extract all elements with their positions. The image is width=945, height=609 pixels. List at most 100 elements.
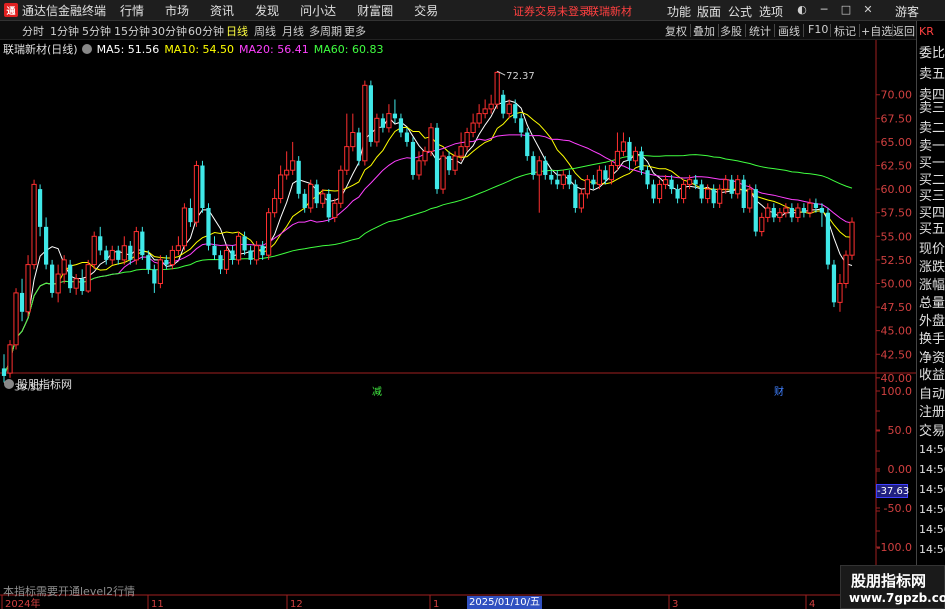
menu-item-options[interactable]: 选项 <box>759 3 783 20</box>
finance-marker: 财 <box>774 385 784 398</box>
menu-item-layout[interactable]: 版面 <box>697 3 721 20</box>
maximize-icon[interactable]: □ <box>840 4 852 16</box>
candle-body <box>777 212 783 218</box>
side-panel-item[interactable]: 涨跌 <box>919 259 945 276</box>
candle-body <box>248 250 253 260</box>
candle-body <box>284 169 290 176</box>
side-panel-item[interactable]: 自动 <box>919 386 945 403</box>
candle-body <box>428 127 434 152</box>
candle-body <box>741 179 746 208</box>
period-1min[interactable]: 1分钟 <box>50 23 79 39</box>
candle-body <box>206 207 211 246</box>
guest-label[interactable]: 游客 <box>895 3 919 20</box>
candle-body <box>627 141 632 161</box>
period-60min[interactable]: 60分钟 <box>188 23 224 39</box>
side-panel-item[interactable]: 卖二 <box>919 120 945 137</box>
menu-item-market[interactable]: 市场 <box>165 2 189 19</box>
candle-body <box>513 104 518 119</box>
period-15min[interactable]: 15分钟 <box>114 23 150 39</box>
period-intraday[interactable]: 分时 <box>22 23 44 39</box>
side-panel-item[interactable]: 现价 <box>919 241 945 258</box>
candle-body <box>290 160 296 171</box>
price-tick-label: 40.00 <box>881 372 913 385</box>
candle-body <box>326 193 331 218</box>
settings-icon[interactable] <box>4 379 14 389</box>
candle-body <box>368 85 373 142</box>
side-panel-item[interactable]: 卖一 <box>919 138 945 155</box>
side-panel-item[interactable]: 外盘 <box>919 313 945 330</box>
side-panel-item[interactable]: 买五 <box>919 221 945 238</box>
candle-body <box>620 141 627 152</box>
period-30min[interactable]: 30分钟 <box>151 23 187 39</box>
candle-body <box>501 94 506 114</box>
candle-body <box>452 155 458 171</box>
indicator-current-value: -37.63 <box>876 484 910 498</box>
skin-icon[interactable]: ◐ <box>796 4 808 16</box>
period-daily[interactable]: 日线 <box>226 23 248 39</box>
toolbar-divider <box>803 24 804 37</box>
multi-stock-button[interactable]: 多股 <box>720 23 742 39</box>
side-panel-item[interactable]: 卖三 <box>919 100 945 117</box>
period-more[interactable]: 更多 <box>344 23 366 39</box>
candle-body <box>392 113 398 119</box>
menu-item-wealth[interactable]: 财富圈 <box>357 2 393 19</box>
side-panel-item[interactable]: 委比 <box>919 45 945 62</box>
side-panel-item[interactable]: 买三 <box>919 188 945 205</box>
settings-icon[interactable] <box>81 44 92 54</box>
candle-body <box>260 245 265 256</box>
menu-item-trade[interactable]: 交易 <box>414 2 438 19</box>
candle-body <box>200 165 205 208</box>
menu-item-news[interactable]: 资讯 <box>210 2 234 19</box>
side-panel-item[interactable]: 注册 <box>919 404 945 421</box>
login-alert[interactable]: 证券交易未登录 <box>513 3 590 19</box>
stats-button[interactable]: 统计 <box>749 23 771 39</box>
candle-body <box>61 259 67 275</box>
period-multi[interactable]: 多周期 <box>309 23 342 39</box>
add-watchlist-button[interactable]: +自选 <box>861 23 892 39</box>
menu-item-quotes[interactable]: 行情 <box>120 2 144 19</box>
menu-item-discover[interactable]: 发现 <box>255 2 279 19</box>
candle-body <box>410 141 416 175</box>
candle-body <box>422 150 428 162</box>
candle-body <box>152 269 157 284</box>
stock-title: 联瑞新材(日线) <box>3 43 78 56</box>
sub-tick-label: 100.0 <box>881 385 913 398</box>
side-panel-item[interactable]: 涨幅 <box>919 277 945 294</box>
close-icon[interactable]: ✕ <box>862 4 874 16</box>
menu-item-function[interactable]: 功能 <box>667 3 691 20</box>
back-button[interactable]: 返回 <box>893 23 915 39</box>
sub-tick-label: 50.0 <box>888 424 913 437</box>
adjust-button[interactable]: 复权 <box>665 23 687 39</box>
f10-button[interactable]: F10 <box>808 23 828 36</box>
draw-line-button[interactable]: 画线 <box>778 23 800 39</box>
date-tick-label: 4 <box>809 599 815 609</box>
candle-body <box>332 202 338 218</box>
period-weekly[interactable]: 周线 <box>254 23 276 39</box>
side-panel-item[interactable]: 卖五 <box>919 66 945 83</box>
candle-body <box>272 198 278 214</box>
candle-body <box>578 193 584 209</box>
mark-button[interactable]: 标记 <box>834 23 856 39</box>
side-panel-item[interactable]: 买一 <box>919 155 945 172</box>
quote-side-panel: KR 委比 卖五 卖四 卖三 卖二 卖一 买一 买二 买三 买四 买五 现价 涨跌 涨幅 总量 外盘 换手 净资收… <box>916 21 945 609</box>
minimize-icon[interactable]: ─ <box>818 4 830 16</box>
menu-item-ask[interactable]: 问小达 <box>300 2 336 19</box>
side-panel-item[interactable]: 买四 <box>919 205 945 222</box>
side-panel-item[interactable]: 换手 <box>919 331 945 348</box>
candle-body <box>699 184 704 199</box>
candle-body <box>91 235 97 266</box>
menu-item-formula[interactable]: 公式 <box>728 3 752 20</box>
kline-chart[interactable]: 70.00 67.50 65.00 62.50 60.00 57.50 55.00 52.50… <box>0 40 916 609</box>
period-5min[interactable]: 5分钟 <box>82 23 111 39</box>
side-panel-item[interactable]: 买二 <box>919 172 945 189</box>
side-panel-item[interactable]: 收益 <box>919 367 945 384</box>
side-panel-item[interactable]: 净资 <box>919 350 945 367</box>
candle-body <box>608 165 615 181</box>
period-monthly[interactable]: 月线 <box>282 23 304 39</box>
candle-body <box>825 212 831 265</box>
overlay-button[interactable]: 叠加 <box>693 23 715 39</box>
candle-body <box>747 188 753 209</box>
toolbar-divider <box>690 24 691 37</box>
side-panel-item[interactable]: 总量 <box>919 295 945 312</box>
side-panel-item[interactable]: 交易 <box>919 423 945 440</box>
